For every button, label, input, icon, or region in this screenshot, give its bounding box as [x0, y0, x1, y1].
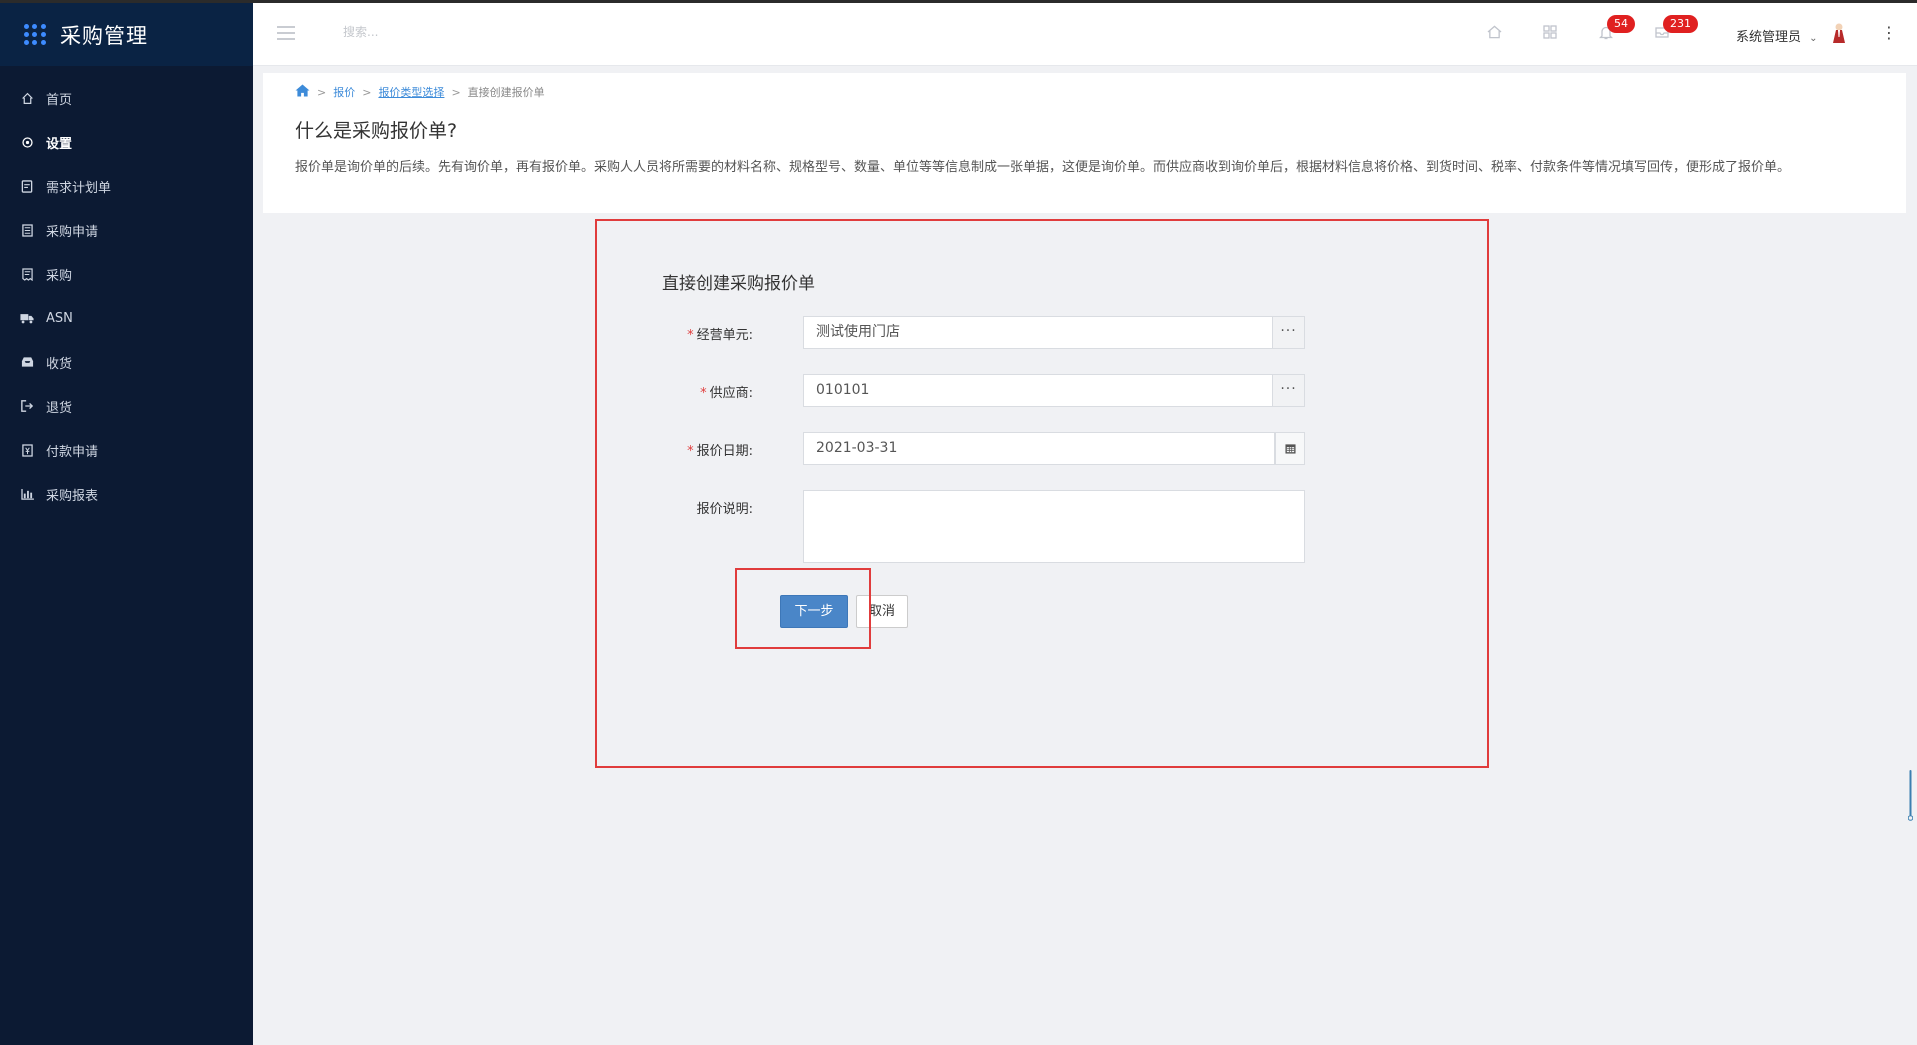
required-mark: *	[687, 328, 694, 343]
breadcrumb-separator: >	[362, 85, 372, 99]
home-icon[interactable]	[1485, 25, 1503, 43]
brand-bar[interactable]: 采购管理	[0, 3, 253, 66]
sidebar-item-home[interactable]: 首页	[0, 76, 253, 120]
page-heading: 什么是采购报价单?	[295, 120, 458, 142]
user-menu[interactable]: 系统管理员 ⌄	[1736, 26, 1818, 45]
quote-note-label: 报价说明:	[696, 502, 753, 517]
sidebar-item-label: 采购申请	[46, 224, 99, 240]
business-unit-browse-button[interactable]: ···	[1272, 316, 1305, 349]
bar-chart-icon	[20, 487, 34, 501]
menu-toggle-icon[interactable]	[277, 26, 295, 40]
sidebar-item-demand-plan[interactable]: 需求计划单	[0, 164, 253, 208]
user-name: 系统管理员	[1736, 30, 1802, 45]
sidebar-item-label: 付款申请	[46, 444, 99, 460]
gear-icon	[20, 135, 34, 149]
apps-icon[interactable]	[1541, 25, 1559, 43]
top-header: 54 231 系统管理员 ⌄ ⋮	[253, 3, 1917, 66]
breadcrumb-separator: >	[317, 85, 327, 99]
sidebar-item-label: 退货	[46, 400, 73, 416]
quote-note-textarea[interactable]	[803, 490, 1305, 563]
sidebar-item-payment-request[interactable]: 付款申请	[0, 428, 253, 472]
create-quote-form: 直接创建采购报价单 * 经营单元: 测试使用门店 ··· * 供应商: 010101…	[595, 219, 1489, 768]
sidebar-item-label: 首页	[46, 92, 73, 108]
inbox-icon	[20, 355, 34, 369]
sidebar-item-returns[interactable]: 退货	[0, 384, 253, 428]
sidebar-item-label: 需求计划单	[46, 180, 112, 196]
more-vertical-icon[interactable]: ⋮	[1881, 23, 1897, 42]
return-icon	[20, 399, 34, 413]
breadcrumb-current: 直接创建报价单	[467, 86, 545, 99]
business-unit-label: * 经营单元:	[687, 328, 753, 343]
quote-date-label: * 报价日期:	[687, 444, 753, 459]
sidebar-item-label: ASN	[46, 310, 73, 326]
sidebar-item-purchase-request[interactable]: 采购申请	[0, 208, 253, 252]
page-description: 报价单是询价单的后续。先有询价单，再有报价单。采购人人员将所需要的材料名称、规格…	[295, 160, 1791, 175]
home-icon	[20, 91, 34, 105]
supplier-browse-button[interactable]: ···	[1272, 374, 1305, 407]
notifications-badge: 54	[1607, 15, 1635, 33]
receipt-icon	[20, 267, 34, 281]
business-unit-field[interactable]: 测试使用门店	[803, 316, 1273, 349]
sidebar-item-label: 收货	[46, 356, 73, 372]
sidebar-item-asn[interactable]: ASN	[0, 296, 253, 340]
info-panel: > 报价 > 报价类型选择 > 直接创建报价单 什么是采购报价单? 报价单是询价…	[263, 73, 1906, 213]
supplier-field[interactable]: 010101	[803, 374, 1273, 407]
payment-icon	[20, 443, 34, 457]
note-icon	[20, 179, 34, 193]
sidebar-item-purchase[interactable]: 采购	[0, 252, 253, 296]
chevron-down-icon: ⌄	[1809, 33, 1818, 44]
apps-grid-icon[interactable]	[24, 23, 46, 46]
quote-date-field[interactable]: 2021-03-31	[803, 432, 1275, 465]
calendar-button[interactable]	[1275, 432, 1305, 465]
sidebar-item-settings[interactable]: 设置	[0, 120, 253, 164]
required-mark: *	[687, 444, 694, 459]
sidebar-item-label: 采购	[46, 268, 73, 284]
sidebar-menu: 首页 设置 需求计划单 采购申请 采购 ASN 收货 退货 付款申请 采购报表	[0, 76, 253, 516]
scrollbar-thumb[interactable]	[1907, 770, 1914, 822]
bell-icon[interactable]: 54	[1597, 15, 1635, 43]
breadcrumb-link[interactable]: 报价类型选择	[378, 84, 444, 100]
sidebar-item-reports[interactable]: 采购报表	[0, 472, 253, 516]
home-icon[interactable]	[295, 84, 310, 100]
breadcrumb: > 报价 > 报价类型选择 > 直接创建报价单	[295, 84, 545, 100]
search-input[interactable]	[343, 25, 543, 39]
next-button-highlight	[735, 568, 871, 649]
truck-icon	[20, 311, 34, 325]
mail-icon[interactable]: 231	[1653, 15, 1698, 43]
supplier-label: * 供应商:	[700, 386, 753, 401]
document-icon	[20, 223, 34, 237]
sidebar-item-receiving[interactable]: 收货	[0, 340, 253, 384]
calendar-icon	[1284, 439, 1296, 458]
sidebar: 采购管理 首页 设置 需求计划单 采购申请 采购 ASN 收货 退货 付款申请 …	[0, 3, 253, 1045]
breadcrumb-link[interactable]: 报价	[333, 84, 355, 100]
form-title: 直接创建采购报价单	[662, 274, 815, 294]
avatar[interactable]	[1831, 22, 1847, 44]
messages-badge: 231	[1663, 15, 1698, 33]
required-mark: *	[700, 386, 707, 401]
breadcrumb-separator: >	[451, 85, 461, 99]
app-title: 采购管理	[60, 23, 148, 48]
sidebar-item-label: 采购报表	[46, 488, 99, 504]
sidebar-item-label: 设置	[46, 136, 73, 152]
